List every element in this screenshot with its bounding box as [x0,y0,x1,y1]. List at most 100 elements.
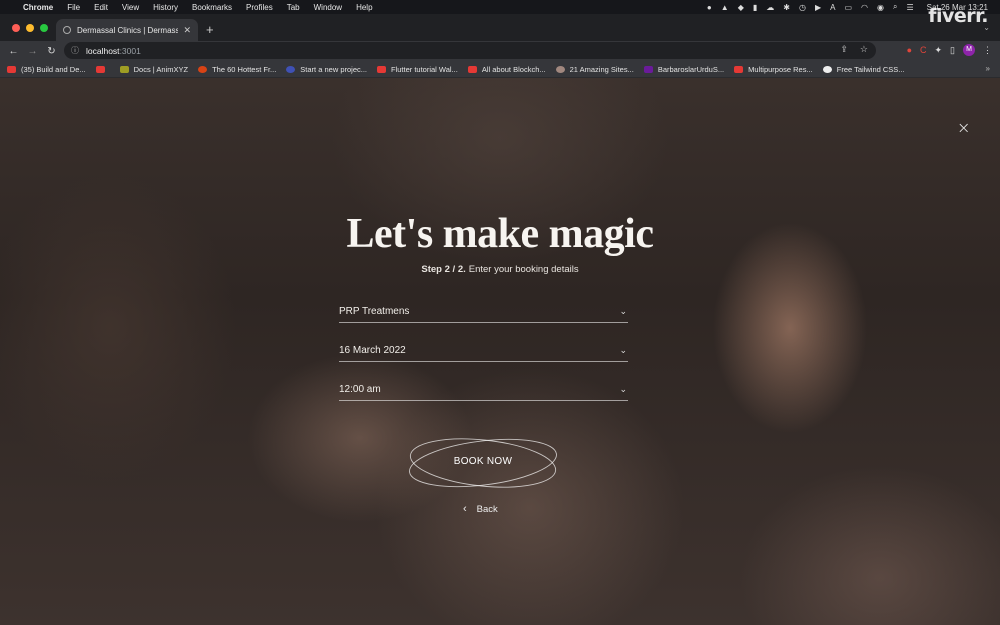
bookmark-label: (35) Build and De... [21,64,86,74]
animxyz-icon [119,65,129,73]
menu-profiles[interactable]: Profiles [246,3,273,12]
reload-icon[interactable]: ↻ [42,46,61,57]
bookmarks-bar: (35) Build and De... Docs | AnimXYZ The … [0,61,1000,78]
record-icon[interactable]: ● [707,3,712,12]
tab-dermassal[interactable]: Dermassal Clinics | Dermassal ✕ [56,19,198,41]
back-arrow-icon[interactable]: ← [4,46,23,57]
treatment-value: PRP Treatmens [339,306,410,317]
star-icon[interactable]: ☆ [860,44,868,55]
minimize-window-button[interactable] [26,24,34,32]
chevron-left-icon: ‹ [463,503,467,515]
bookmark-label: Docs | AnimXYZ [133,64,189,74]
book-now-button[interactable]: BOOK NOW [405,432,561,494]
project-icon [286,65,296,73]
profile-avatar[interactable]: M [963,44,975,56]
control-center-icon[interactable]: ☰ [906,3,913,12]
tab-title: Dermassal Clinics | Dermassal [77,25,179,35]
menu-window[interactable]: Window [314,3,342,12]
forward-arrow-icon[interactable]: → [23,46,42,57]
time-select[interactable]: 12:00 am ⌄ [339,379,628,401]
omnibox-actions: ⇪ ☆ [840,44,868,55]
wifi-icon[interactable]: ◠ [861,3,868,12]
bookmark-label: Start a new projec... [300,64,367,74]
bookmark-item[interactable]: Free Tailwind CSS... [822,64,905,74]
close-icon[interactable]: × [957,118,970,137]
youtube-icon [95,65,105,73]
bookmark-item[interactable] [95,65,110,73]
user-switch-icon[interactable]: ◉ [877,3,884,12]
page-title: Let's make magic [346,211,654,257]
info-icon[interactable]: ⓘ [71,45,79,56]
bookmark-item[interactable]: Multipurpose Res... [734,65,813,74]
extensions-icon[interactable]: ✦ [935,45,943,56]
chevron-down-icon: ⌄ [619,345,627,355]
bookmark-label: Free Tailwind CSS... [836,64,905,74]
bookmark-item[interactable]: The 60 Hottest Fr... [198,65,276,74]
menu-app-name[interactable]: Chrome [23,3,53,12]
step-indicator: Step 2 / 2. Enter your booking details [0,264,1000,275]
zoom-window-button[interactable] [40,24,48,32]
asterisk-icon [198,65,208,73]
step-count: Step 2 / 2. [421,264,466,275]
bookmark-item[interactable]: BarbaroslarUrduS... [643,65,724,74]
tab-close-icon[interactable]: ✕ [183,25,191,36]
back-label: Back [476,503,498,515]
menu-bookmarks[interactable]: Bookmarks [192,3,232,12]
url-host: localhost [86,45,120,56]
booking-page: × Let's make magic Step 2 / 2. Enter your… [0,78,1000,625]
user-avatar-icon [555,65,565,73]
menu-edit[interactable]: Edit [94,3,108,12]
bookmark-item[interactable]: Docs | AnimXYZ [119,64,189,74]
bookmark-item[interactable]: (35) Build and De... [7,65,86,74]
search-icon[interactable]: ⌕ [893,2,897,12]
youtube-icon [7,65,16,73]
youtube-icon [377,65,386,73]
bluetooth-icon[interactable]: ✱ [783,3,790,12]
address-bar[interactable]: ⓘ localhost:3001 ⇪ ☆ [64,42,876,59]
cloud-icon[interactable]: ☁ [766,3,774,12]
bookmark-item[interactable]: Start a new projec... [286,65,367,74]
new-tab-button[interactable]: + [206,22,214,37]
bookmark-item[interactable]: All about Blockch... [467,64,546,74]
step-description: Enter your booking details [468,264,579,275]
youtube-icon [734,65,744,73]
keyboard-icon[interactable]: A [830,3,835,12]
bookmarks-overflow-icon[interactable]: » [986,64,990,73]
date-select[interactable]: 16 March 2022 ⌄ [339,340,628,362]
menu-help[interactable]: Help [356,3,372,12]
fiverr-watermark: fiverr. [928,5,988,27]
close-window-button[interactable] [12,24,20,32]
treatment-select[interactable]: PRP Treatmens ⌄ [339,301,628,323]
menu-file[interactable]: File [67,3,80,12]
window-controls [12,24,48,32]
menu-tab[interactable]: Tab [287,3,300,12]
bookmark-label: Multipurpose Res... [748,64,813,74]
sidepanel-icon[interactable]: ▯ [950,45,955,56]
globe-icon [63,26,71,34]
m-logo-icon [643,65,653,73]
url-port: :3001 [119,45,141,56]
chrome-menu-icon[interactable]: ⋮ [983,45,992,56]
battery-icon[interactable]: ▭ [844,3,852,12]
bookmark-label: All about Blockch... [481,64,546,74]
chevron-down-icon: ⌄ [619,384,627,394]
book-now-label: BOOK NOW [453,456,513,467]
share-icon[interactable]: ⇪ [840,44,848,55]
back-button[interactable]: ‹ Back [463,503,498,515]
menu-view[interactable]: View [122,3,139,12]
extension-lastpass-icon[interactable]: ● [907,45,912,55]
bookmark-label: Flutter tutorial Wal... [391,64,458,74]
bookmark-item[interactable]: 21 Amazing Sites... [555,64,634,74]
bookmark-label: 21 Amazing Sites... [569,64,634,74]
sidebar-toggle-icon[interactable]: ▮ [753,3,757,12]
youtube-icon [467,65,477,73]
menu-history[interactable]: History [153,3,178,12]
macos-menubar: Chrome File Edit View History Bookmarks … [0,0,1000,14]
play-icon[interactable]: ▶ [815,3,821,12]
extension-c-icon[interactable]: C [920,45,927,55]
clock-icon[interactable]: ◷ [799,3,806,12]
dropbox-icon[interactable]: ▲ [721,3,729,12]
bookmark-item[interactable]: Flutter tutorial Wal... [377,65,458,74]
shield-icon[interactable]: ◆ [738,3,744,12]
tailwind-icon [822,65,832,73]
